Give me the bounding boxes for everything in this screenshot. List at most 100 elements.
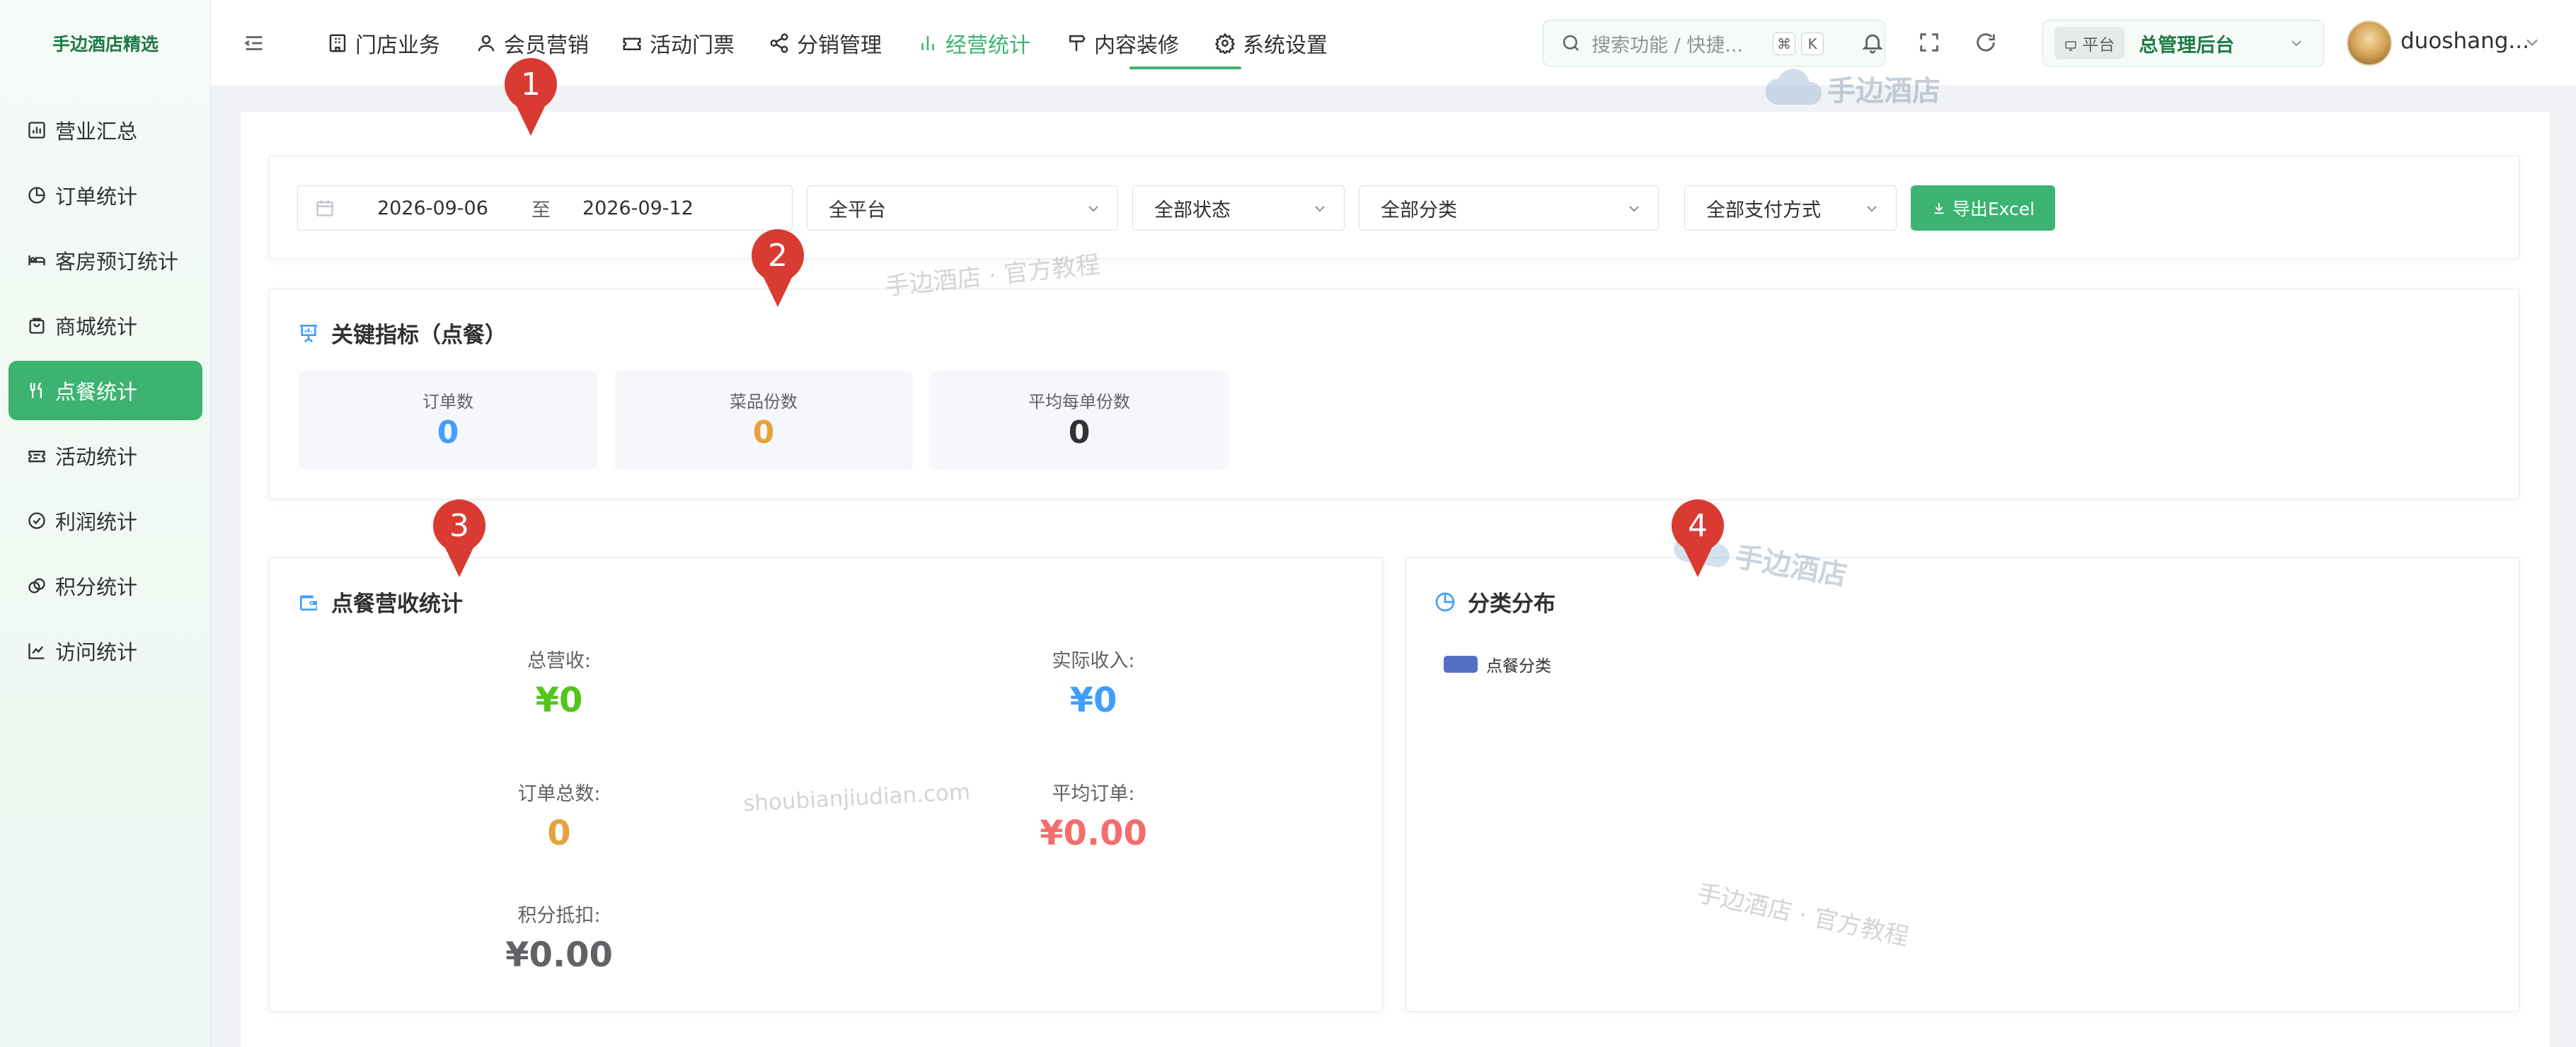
chevron-down-icon: [1315, 206, 1325, 212]
download-icon: [1934, 202, 1944, 214]
metric-avg-dishes-per-order: 平均每单份数 0: [930, 371, 1229, 470]
sidebar-item-order-stats[interactable]: 订单统计: [8, 166, 202, 225]
export-excel-label: 导出Excel: [1952, 199, 2035, 219]
legend-swatch: [1444, 656, 1478, 673]
collapse-sidebar-icon[interactable]: [242, 31, 266, 55]
annotation-marker-3: 3: [433, 499, 485, 579]
revenue-title-text: 点餐营收统计: [331, 591, 463, 617]
payment-select[interactable]: 全部支付方式: [1684, 185, 1897, 231]
sidebar-item-label: 点餐统计: [55, 380, 138, 404]
sidebar-item-label: 营业汇总: [55, 120, 138, 144]
metric-value: 0: [752, 415, 775, 451]
platform-switcher[interactable]: 平台 总管理后台: [2042, 20, 2324, 66]
points-deduction-value: ¥0.00: [505, 935, 613, 975]
chevron-down-icon: [1088, 206, 1098, 212]
category-select[interactable]: 全部分类: [1359, 185, 1659, 231]
calendar-icon: [316, 200, 333, 216]
marker-number: 3: [433, 499, 485, 552]
status-select[interactable]: 全部状态: [1132, 185, 1345, 231]
watermark-text: 手边酒店: [1827, 75, 1940, 108]
nav-label: 会员营销: [504, 33, 589, 58]
sidebar-item-visit-stats[interactable]: 访问统计: [8, 621, 202, 681]
avg-order-label: 平均订单:: [1052, 783, 1135, 805]
actual-income-value: ¥0: [1069, 681, 1117, 720]
sidebar-item-label: 商城统计: [55, 315, 138, 339]
category-select-value: 全部分类: [1381, 199, 1457, 221]
check-circle-icon: [28, 512, 45, 529]
wallet-icon: [300, 595, 317, 611]
sidebar-item-dining-stats[interactable]: 点餐统计: [8, 361, 202, 420]
shopping-bag-icon: [29, 318, 45, 334]
date-range-picker[interactable]: 2026-09-06 至 2026-09-12: [297, 185, 793, 231]
sidebar: 手边酒店精选 营业汇总 订单统计 客房预订统计 商城统计 点餐统计 活动统计 利…: [0, 0, 211, 1047]
sidebar-item-room-booking-stats[interactable]: 客房预订统计: [8, 231, 202, 290]
platform-select[interactable]: 全平台: [807, 185, 1118, 231]
sidebar-item-business-summary[interactable]: 营业汇总: [8, 100, 202, 160]
bed-icon: [28, 255, 45, 265]
status-select-value: 全部状态: [1154, 199, 1231, 221]
avg-order-value: ¥0.00: [1040, 814, 1147, 853]
platform-tag: 平台: [2054, 27, 2125, 59]
presentation-icon: [300, 324, 317, 342]
pie-chart-icon: [1435, 592, 1455, 611]
nav-business-stats[interactable]: 经营统计: [917, 0, 1030, 86]
username[interactable]: duoshang...: [2400, 28, 2529, 54]
sidebar-item-activity-stats[interactable]: 活动统计: [8, 426, 202, 485]
utensils-icon: [30, 382, 42, 398]
nav-label: 分销管理: [797, 33, 882, 58]
nav-system-settings[interactable]: 系统设置: [1214, 0, 1328, 86]
key-metrics-title: 关键指标（点餐）: [297, 317, 507, 349]
bar-chart-icon: [28, 122, 45, 139]
platform-name: 总管理后台: [2139, 34, 2235, 57]
nav-label: 系统设置: [1243, 33, 1328, 58]
category-title-text: 分类分布: [1468, 591, 1556, 617]
search-input[interactable]: 搜索功能 / 快捷... ⌘ K: [1543, 20, 1885, 66]
gear-icon: [1214, 33, 1236, 54]
date-start[interactable]: 2026-09-06: [377, 197, 488, 219]
revenue-title: 点餐营收统计: [297, 586, 463, 618]
date-end[interactable]: 2026-09-12: [582, 197, 694, 219]
search-icon: [1563, 35, 1579, 51]
marker-number: 4: [1672, 499, 1724, 552]
category-distribution-card: [1405, 557, 2519, 1012]
sidebar-item-profit-stats[interactable]: 利润统计: [8, 491, 202, 550]
points-deduction-label: 积分抵扣:: [517, 905, 601, 927]
avatar[interactable]: [2347, 21, 2392, 66]
refresh-icon[interactable]: [1972, 28, 2000, 57]
payment-select-value: 全部支付方式: [1706, 199, 1821, 221]
export-excel-button[interactable]: 导出Excel: [1911, 185, 2055, 231]
fullscreen-icon[interactable]: [1915, 28, 1943, 57]
nav-store-business[interactable]: 门店业务: [327, 0, 440, 86]
legend-label: 点餐分类: [1486, 657, 1551, 676]
annotation-marker-1: 1: [505, 58, 557, 137]
key-metrics-title-text: 关键指标（点餐）: [331, 323, 507, 348]
platform-select-value: 全平台: [829, 199, 886, 221]
monitor-icon: [2065, 41, 2076, 51]
sidebar-item-points-stats[interactable]: 积分统计: [8, 556, 202, 615]
metric-value: 0: [1068, 415, 1091, 451]
metric-label: 订单数: [422, 392, 473, 412]
brand-logo-text[interactable]: 手边酒店精选: [0, 0, 211, 86]
order-total-value: 0: [547, 814, 571, 853]
chart-legend-item[interactable]: 点餐分类: [1444, 652, 1551, 676]
watermark-brand: 手边酒店: [1762, 68, 1940, 109]
nav-content-decoration[interactable]: 内容装修: [1066, 0, 1179, 86]
signpost-icon: [1069, 35, 1086, 52]
sidebar-item-mall-stats[interactable]: 商城统计: [8, 296, 202, 355]
nav-activity-tickets[interactable]: 活动门票: [621, 0, 735, 86]
annotation-marker-4: 4: [1672, 499, 1724, 579]
order-total-label: 订单总数:: [517, 783, 601, 805]
nav-distribution[interactable]: 分销管理: [769, 0, 882, 86]
chevron-down-icon: [2292, 40, 2301, 47]
active-nav-indicator: [1129, 66, 1241, 69]
chevron-down-icon[interactable]: [2522, 33, 2542, 52]
sidebar-item-label: 订单统计: [55, 185, 138, 209]
nav-label: 内容装修: [1094, 33, 1179, 58]
sidebar-item-label: 积分统计: [55, 575, 138, 599]
sidebar-item-label: 访问统计: [55, 640, 138, 664]
chevron-down-icon: [1629, 206, 1639, 212]
metric-order-count: 订单数 0: [299, 371, 597, 470]
sidebar-item-label: 客房预订统计: [55, 250, 179, 274]
ticket-icon: [623, 37, 641, 50]
bell-icon[interactable]: [1858, 28, 1887, 57]
